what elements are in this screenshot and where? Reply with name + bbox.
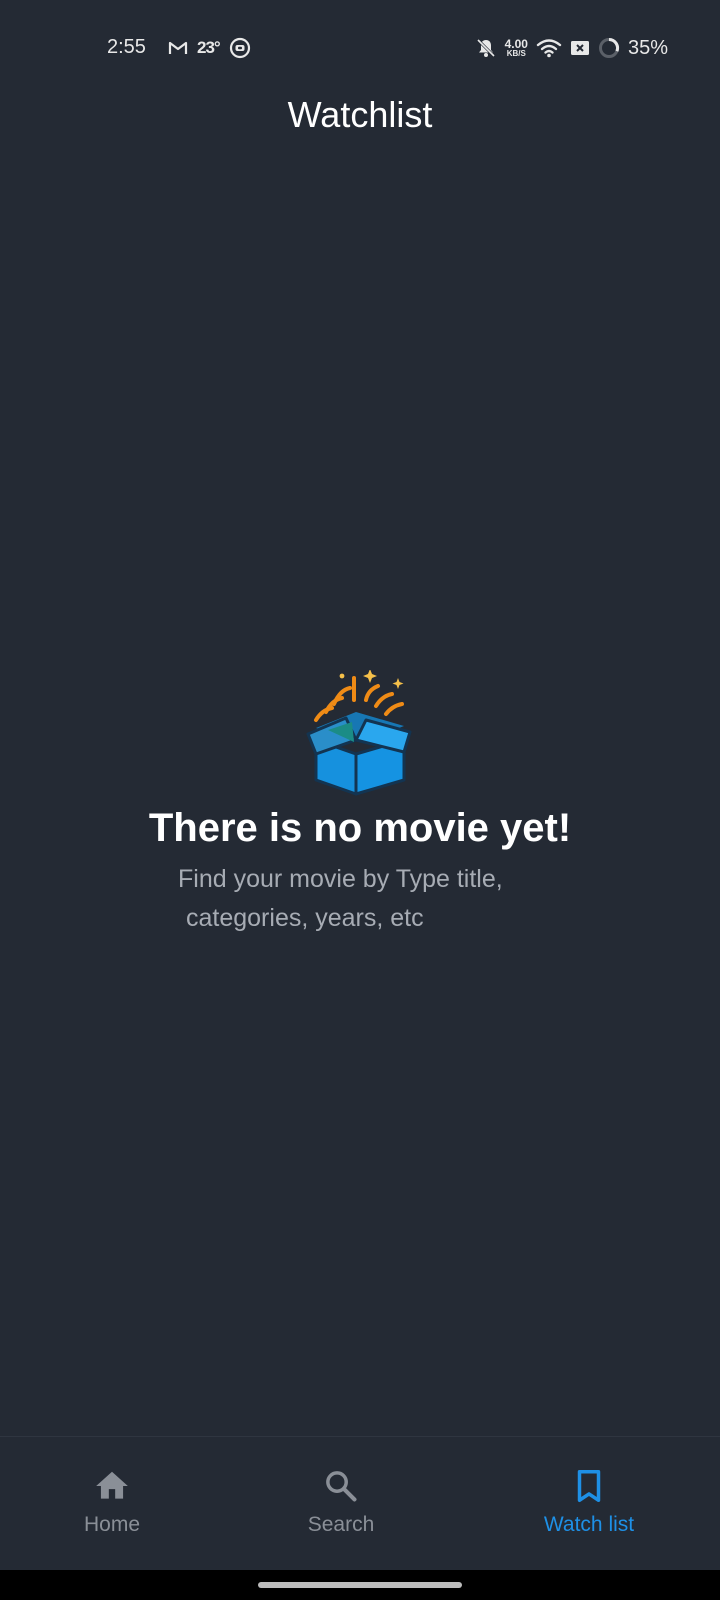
status-right-icons: 4.00 KB/S 35% — [475, 34, 668, 62]
nav-home[interactable]: Home — [32, 1467, 192, 1547]
empty-state-subtitle: Find your movie by Type title, categorie… — [178, 860, 558, 938]
nav-home-label: Home — [83, 1513, 141, 1536]
wifi-icon — [536, 39, 562, 58]
home-icon — [96, 1471, 128, 1499]
status-left-icons: 23° — [168, 36, 251, 60]
open-box-icon — [306, 670, 412, 796]
weather-temperature: 23° — [197, 38, 221, 57]
gmail-icon — [168, 41, 188, 54]
nav-search[interactable]: Search — [261, 1467, 421, 1547]
empty-state-title: There is no movie yet! — [148, 806, 572, 850]
search-icon — [326, 1471, 357, 1502]
notification-app-icon — [229, 37, 250, 59]
empty-state-subtitle-line: categories, years, etc — [186, 904, 424, 932]
status-time: 2:55 — [107, 36, 146, 58]
nav-watch-list-label: Watch list — [543, 1513, 635, 1536]
system-navigation-bar — [0, 1570, 720, 1600]
nav-watch-list[interactable]: Watch list — [509, 1467, 669, 1547]
sim-off-icon — [570, 41, 589, 55]
bottom-navigation: Home Search Watch list — [0, 1436, 720, 1571]
status-bar: 2:55 23° 4.00 KB/S 35% — [0, 0, 720, 96]
battery-icon — [598, 37, 619, 58]
battery-percent: 35% — [627, 36, 668, 59]
nav-search-label: Search — [307, 1513, 375, 1536]
network-speed-unit: KB/S — [506, 49, 526, 58]
page-title: Watchlist — [287, 94, 433, 135]
bell-off-icon — [476, 38, 495, 58]
watchlist-screen: 2:55 23° 4.00 KB/S 35% Watchlist There i… — [0, 0, 720, 1600]
network-speed: 4.00 KB/S — [505, 38, 528, 58]
empty-state-subtitle-line: Find your movie by Type title, — [178, 865, 503, 893]
home-gesture-handle[interactable] — [258, 1582, 462, 1588]
bookmark-icon — [577, 1470, 601, 1502]
